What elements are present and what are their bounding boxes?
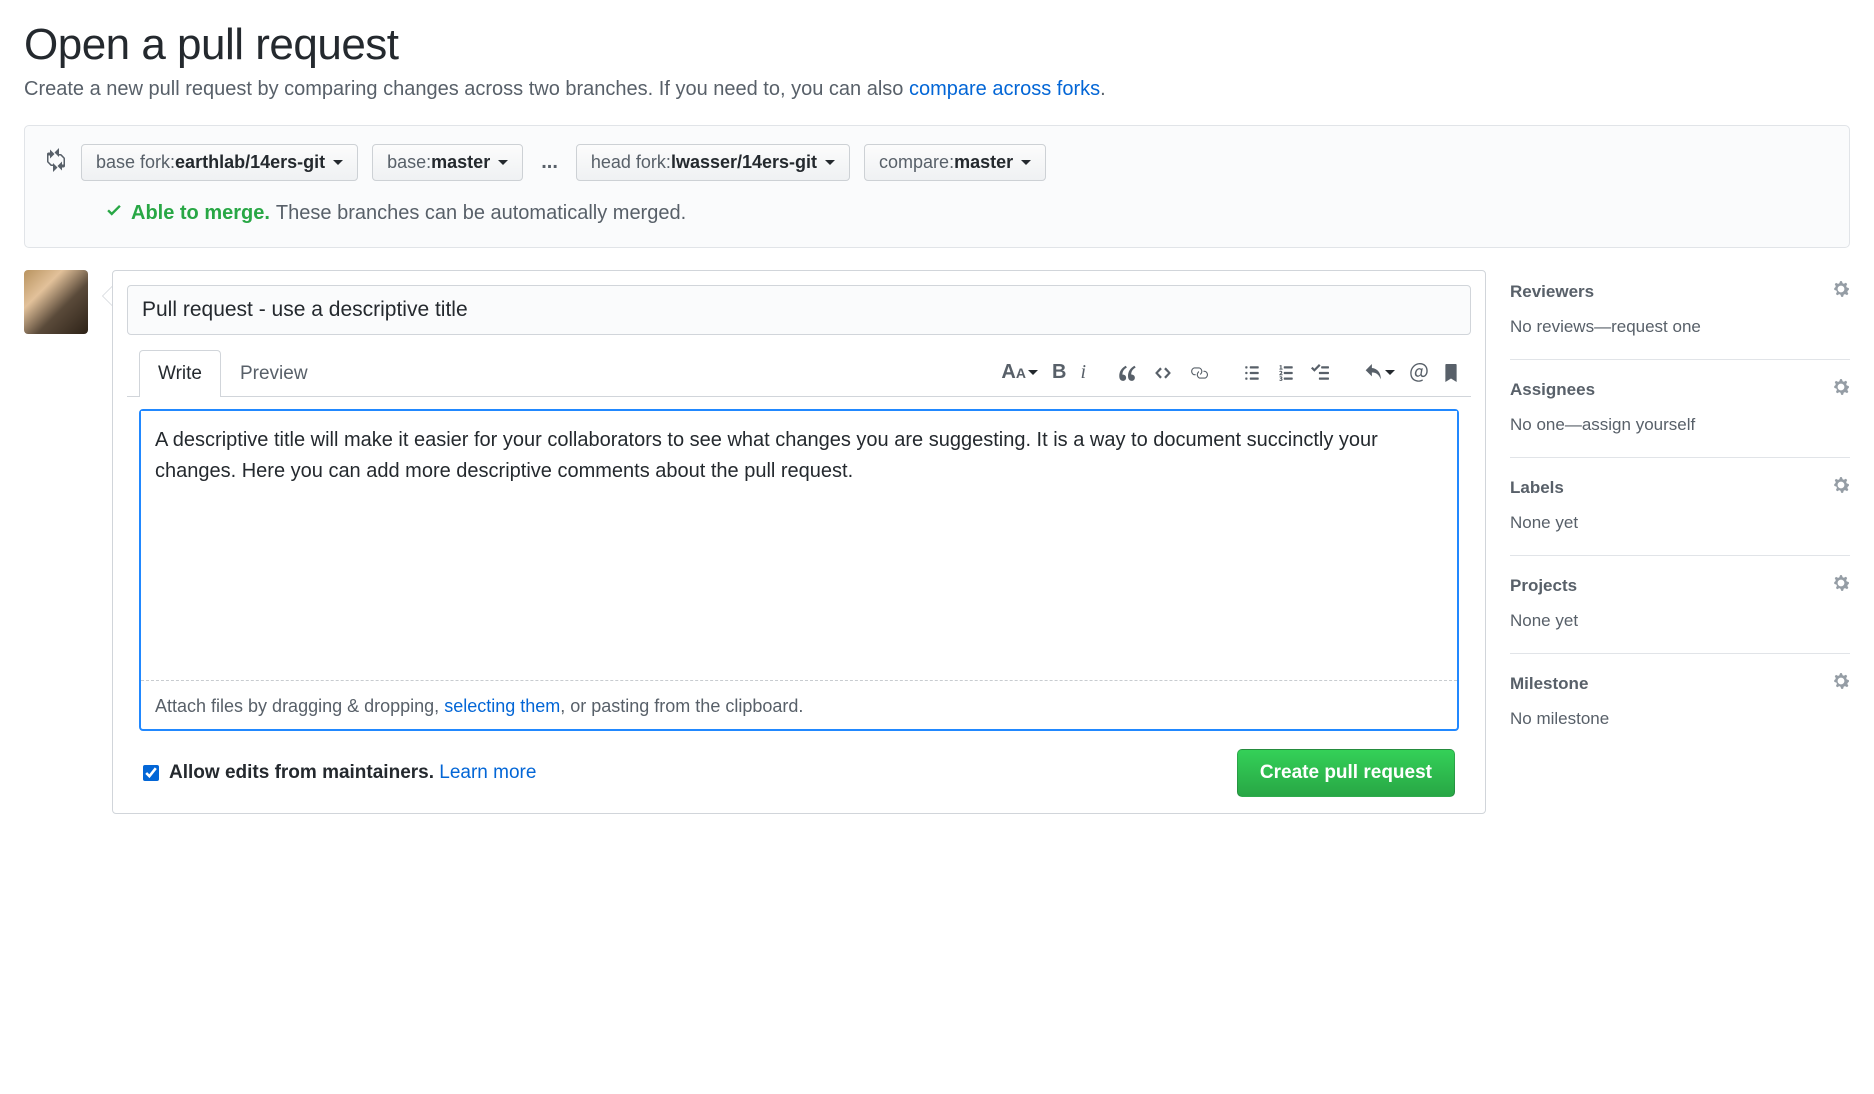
reply-icon[interactable] xyxy=(1362,364,1395,382)
code-icon[interactable] xyxy=(1152,364,1174,382)
labels-title: Labels xyxy=(1510,478,1564,498)
base-value: master xyxy=(431,152,490,173)
subtitle-suffix: . xyxy=(1100,78,1106,100)
attach-suffix: , or pasting from the clipboard. xyxy=(560,696,803,716)
compare-box: base fork: earthlab/14ers-git base: mast… xyxy=(24,125,1850,248)
chevron-down-icon xyxy=(333,160,343,165)
projects-title: Projects xyxy=(1510,576,1577,596)
learn-more-link[interactable]: Learn more xyxy=(439,762,536,783)
gear-icon[interactable] xyxy=(1832,280,1850,303)
check-icon xyxy=(105,201,123,225)
assign-yourself-link[interactable]: assign yourself xyxy=(1582,415,1695,434)
chevron-down-icon xyxy=(498,160,508,165)
attach-prefix: Attach files by dragging & dropping, xyxy=(155,696,444,716)
compare-value: master xyxy=(954,152,1013,173)
link-icon[interactable] xyxy=(1188,364,1210,382)
compare-branch-dropdown[interactable]: compare: master xyxy=(864,144,1046,181)
allow-edits-label: Allow edits from maintainers. xyxy=(169,762,434,783)
bookmark-icon[interactable] xyxy=(1443,364,1459,382)
reviewers-body: No reviews—request one xyxy=(1510,317,1850,337)
base-branch-dropdown[interactable]: base: master xyxy=(372,144,523,181)
compare-icon xyxy=(45,148,67,177)
milestone-section: Milestone No milestone xyxy=(1510,654,1850,751)
bold-icon[interactable]: B xyxy=(1052,361,1066,384)
merge-status: Able to merge. These branches can be aut… xyxy=(105,201,1829,225)
comment-pointer-icon xyxy=(102,286,112,306)
description-wrapper: A descriptive title will make it easier … xyxy=(139,409,1459,731)
page-subtitle: Create a new pull request by comparing c… xyxy=(24,78,1850,101)
milestone-title: Milestone xyxy=(1510,674,1588,694)
allow-edits-checkbox[interactable] xyxy=(143,765,159,781)
task-list-icon[interactable] xyxy=(1310,364,1330,382)
merge-able-text: Able to merge. xyxy=(131,202,270,225)
base-fork-dropdown[interactable]: base fork: earthlab/14ers-git xyxy=(81,144,358,181)
labels-section: Labels None yet xyxy=(1510,458,1850,556)
head-fork-label: head fork: xyxy=(591,152,671,173)
pr-description-textarea[interactable]: A descriptive title will make it easier … xyxy=(141,411,1457,681)
base-fork-value: earthlab/14ers-git xyxy=(175,152,325,173)
ellipsis-icon: ... xyxy=(537,151,562,174)
reviewers-section: Reviewers No reviews—request one xyxy=(1510,270,1850,360)
attach-hint: Attach files by dragging & dropping, sel… xyxy=(141,686,1457,729)
sidebar: Reviewers No reviews—request one Assigne… xyxy=(1510,270,1850,814)
tab-preview[interactable]: Preview xyxy=(221,350,327,397)
assignees-title: Assignees xyxy=(1510,380,1595,400)
labels-body: None yet xyxy=(1510,513,1850,533)
compare-across-forks-link[interactable]: compare across forks xyxy=(909,78,1100,100)
tab-write[interactable]: Write xyxy=(139,350,221,397)
attach-select-link[interactable]: selecting them xyxy=(444,696,560,716)
merge-info-text: These branches can be automatically merg… xyxy=(276,202,686,225)
assignees-body: No one—assign yourself xyxy=(1510,415,1850,435)
gear-icon[interactable] xyxy=(1832,378,1850,401)
comment-box: Write Preview AA B i xyxy=(112,270,1486,814)
milestone-body: No milestone xyxy=(1510,709,1850,729)
markdown-toolbar: AA B i xyxy=(1001,361,1459,384)
gear-icon[interactable] xyxy=(1832,574,1850,597)
avatar xyxy=(24,270,88,334)
subtitle-text: Create a new pull request by comparing c… xyxy=(24,78,909,100)
unordered-list-icon[interactable] xyxy=(1242,364,1262,382)
chevron-down-icon xyxy=(825,160,835,165)
ordered-list-icon[interactable] xyxy=(1276,364,1296,382)
quote-icon[interactable] xyxy=(1118,363,1138,383)
text-size-icon[interactable]: AA xyxy=(1001,361,1038,384)
mention-icon[interactable] xyxy=(1409,363,1429,383)
pr-title-input[interactable] xyxy=(127,285,1471,335)
head-fork-value: lwasser/14ers-git xyxy=(671,152,817,173)
head-fork-dropdown[interactable]: head fork: lwasser/14ers-git xyxy=(576,144,850,181)
base-label: base: xyxy=(387,152,431,173)
page-title: Open a pull request xyxy=(24,20,1850,70)
create-pull-request-button[interactable]: Create pull request xyxy=(1237,749,1455,797)
projects-section: Projects None yet xyxy=(1510,556,1850,654)
reviewers-title: Reviewers xyxy=(1510,282,1594,302)
gear-icon[interactable] xyxy=(1832,476,1850,499)
gear-icon[interactable] xyxy=(1832,672,1850,695)
base-fork-label: base fork: xyxy=(96,152,175,173)
assignees-section: Assignees No one—assign yourself xyxy=(1510,360,1850,458)
footer-row: Allow edits from maintainers. Learn more… xyxy=(127,743,1471,797)
tabs-row: Write Preview AA B i xyxy=(127,349,1471,397)
chevron-down-icon xyxy=(1021,160,1031,165)
compare-label: compare: xyxy=(879,152,954,173)
projects-body: None yet xyxy=(1510,611,1850,631)
italic-icon[interactable]: i xyxy=(1080,361,1086,384)
